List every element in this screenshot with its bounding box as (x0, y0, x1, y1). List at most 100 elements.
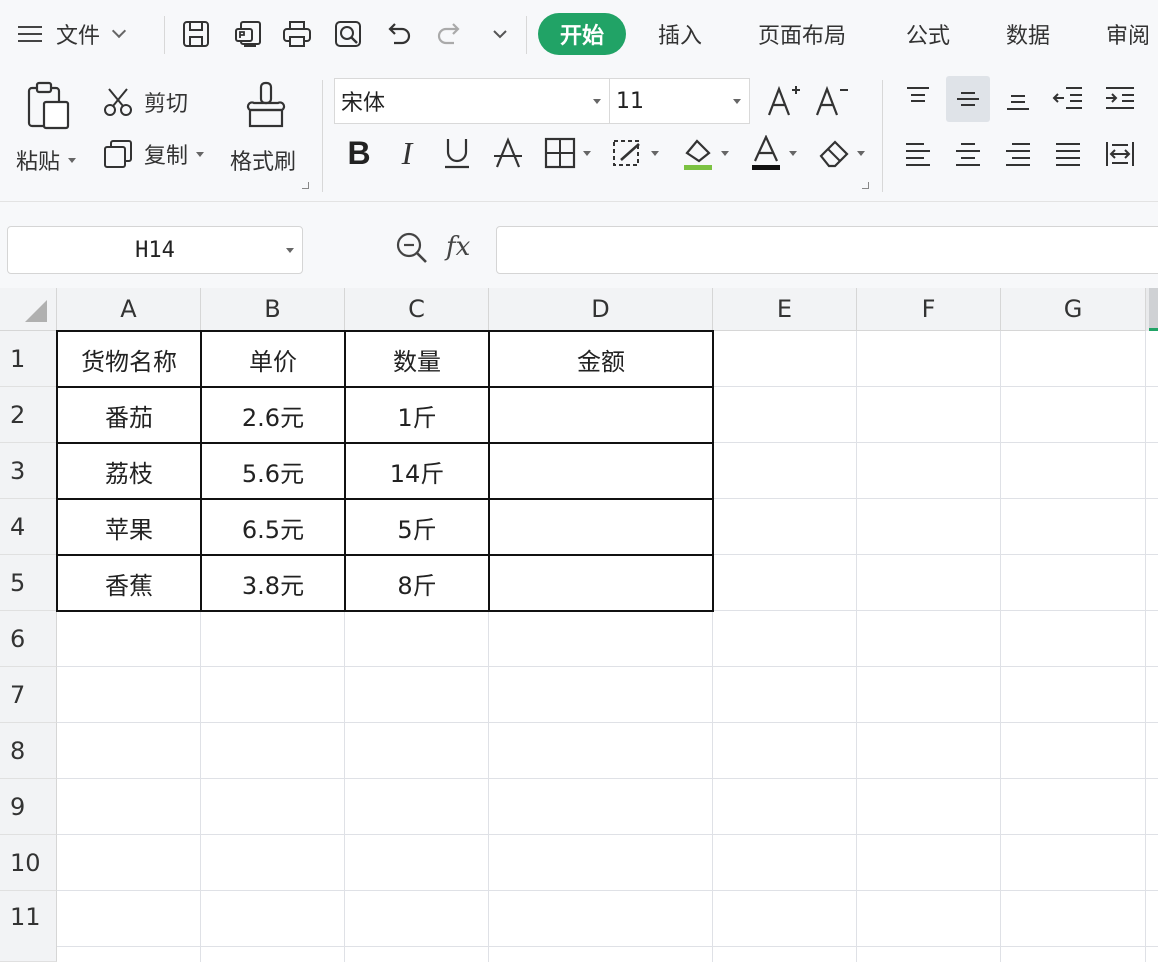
clear-format-icon[interactable] (812, 132, 870, 174)
cell-d3[interactable] (489, 443, 713, 499)
row-header-6[interactable]: 6 (0, 611, 57, 667)
row-header-11[interactable]: 11 (0, 891, 57, 962)
format-painter-button[interactable]: 格式刷 (230, 144, 296, 176)
name-box[interactable]: H14 (7, 226, 303, 274)
column-header-g[interactable]: G (1001, 288, 1146, 331)
cell-reference: H14 (135, 237, 175, 263)
cell-c5[interactable]: 8斤 (345, 555, 489, 611)
table-border (712, 330, 714, 612)
print-preview-icon[interactable] (328, 14, 368, 54)
redo-icon[interactable] (430, 14, 470, 54)
file-menu-button[interactable]: 文件 (18, 18, 127, 50)
formula-input[interactable] (496, 226, 1158, 274)
cell-b5[interactable]: 3.8元 (201, 555, 345, 611)
export-pdf-icon[interactable] (228, 14, 268, 54)
row-header-1[interactable]: 1 (0, 331, 57, 387)
tab-home[interactable]: 开始 (538, 13, 626, 55)
column-header-f[interactable]: F (857, 288, 1001, 331)
cell-d1[interactable]: 金额 (489, 331, 713, 387)
row-header-5[interactable]: 5 (0, 555, 57, 611)
italic-icon[interactable]: I (390, 132, 424, 174)
customize-dropdown-icon[interactable] (480, 14, 520, 54)
format-painter-icon[interactable] (240, 78, 292, 134)
row-header-3[interactable]: 3 (0, 443, 57, 499)
borders-icon[interactable] (538, 132, 596, 174)
tab-insert[interactable]: 插入 (658, 18, 702, 50)
clipboard-group-launcher[interactable] (302, 182, 309, 189)
font-size-select[interactable]: 11 (610, 78, 750, 124)
select-all-button[interactable] (0, 288, 57, 331)
align-center-icon[interactable] (946, 132, 990, 176)
cell-a5[interactable]: 香蕉 (57, 555, 201, 611)
align-top-icon[interactable] (896, 76, 940, 120)
font-group-launcher[interactable] (862, 182, 869, 189)
column-header-e[interactable]: E (713, 288, 857, 331)
distributed-icon[interactable] (1098, 132, 1142, 176)
cell-a3[interactable]: 荔枝 (57, 443, 201, 499)
cell-a4[interactable]: 苹果 (57, 499, 201, 555)
tab-data[interactable]: 数据 (1006, 18, 1050, 50)
cell-b4[interactable]: 6.5元 (201, 499, 345, 555)
row-header-4[interactable]: 4 (0, 499, 57, 555)
paste-icon[interactable] (22, 78, 74, 134)
row-header-9[interactable]: 9 (0, 779, 57, 835)
cut-button[interactable]: 剪切 (102, 86, 188, 118)
increase-indent-icon[interactable] (1098, 76, 1142, 120)
column-header-a[interactable]: A (57, 288, 201, 331)
table-border (56, 498, 713, 500)
decrease-font-size-icon[interactable] (810, 80, 852, 122)
align-middle-icon[interactable] (946, 76, 990, 122)
spreadsheet-grid[interactable]: A B C D E F G 1 2 3 4 5 6 7 8 9 10 11 货物… (0, 288, 1158, 962)
justify-icon[interactable] (1046, 132, 1090, 176)
gridline (57, 666, 1158, 667)
column-header-d[interactable]: D (489, 288, 713, 331)
fill-color-icon[interactable] (676, 132, 734, 174)
bold-icon[interactable]: B (340, 132, 378, 174)
column-header-c[interactable]: C (345, 288, 489, 331)
vertical-scrollbar[interactable] (1146, 288, 1158, 331)
cell-b3[interactable]: 5.6元 (201, 443, 345, 499)
font-color-icon[interactable] (744, 132, 802, 174)
align-right-icon[interactable] (996, 132, 1040, 176)
copy-dropdown-icon (196, 151, 205, 157)
increase-font-size-icon[interactable] (762, 80, 804, 122)
cell-a1[interactable]: 货物名称 (57, 331, 201, 387)
insert-function-button[interactable]: fx (446, 232, 470, 262)
save-icon[interactable] (176, 14, 216, 54)
align-bottom-icon[interactable] (996, 76, 1040, 120)
ribbon: 粘贴 剪切 复制 格式刷 宋体 11 B I (0, 70, 1158, 202)
cell-style-icon[interactable] (606, 132, 664, 174)
cell-a2[interactable]: 番茄 (57, 387, 201, 443)
tab-review[interactable]: 审阅 (1106, 18, 1158, 50)
chevron-down-icon (733, 99, 741, 104)
row-header-10[interactable]: 10 (0, 835, 57, 891)
cell-c3[interactable]: 14斤 (345, 443, 489, 499)
font-name-select[interactable]: 宋体 (334, 78, 610, 124)
cell-b1[interactable]: 单价 (201, 331, 345, 387)
column-header-b[interactable]: B (201, 288, 345, 331)
cell-d2[interactable] (489, 387, 713, 443)
tab-page-layout[interactable]: 页面布局 (758, 18, 846, 50)
cell-d4[interactable] (489, 499, 713, 555)
cell-c1[interactable]: 数量 (345, 331, 489, 387)
print-icon[interactable] (277, 14, 317, 54)
row-header-8[interactable]: 8 (0, 723, 57, 779)
copy-icon (104, 140, 132, 168)
cell-c2[interactable]: 1斤 (345, 387, 489, 443)
strikethrough-icon[interactable] (488, 132, 528, 174)
cell-b2[interactable]: 2.6元 (201, 387, 345, 443)
row-header-2[interactable]: 2 (0, 387, 57, 443)
cell-c4[interactable]: 5斤 (345, 499, 489, 555)
menu-divider (164, 16, 165, 54)
zoom-formula-icon[interactable] (394, 230, 430, 270)
row-header-7[interactable]: 7 (0, 667, 57, 723)
decrease-indent-icon[interactable] (1046, 76, 1090, 120)
align-left-icon[interactable] (896, 132, 940, 176)
cell-d5[interactable] (489, 555, 713, 611)
paste-button[interactable]: 粘贴 (16, 144, 77, 176)
underline-icon[interactable] (438, 132, 476, 174)
tab-formulas[interactable]: 公式 (906, 18, 950, 50)
copy-button[interactable]: 复制 (102, 138, 205, 170)
undo-icon[interactable] (378, 14, 418, 54)
table-border (56, 330, 58, 612)
